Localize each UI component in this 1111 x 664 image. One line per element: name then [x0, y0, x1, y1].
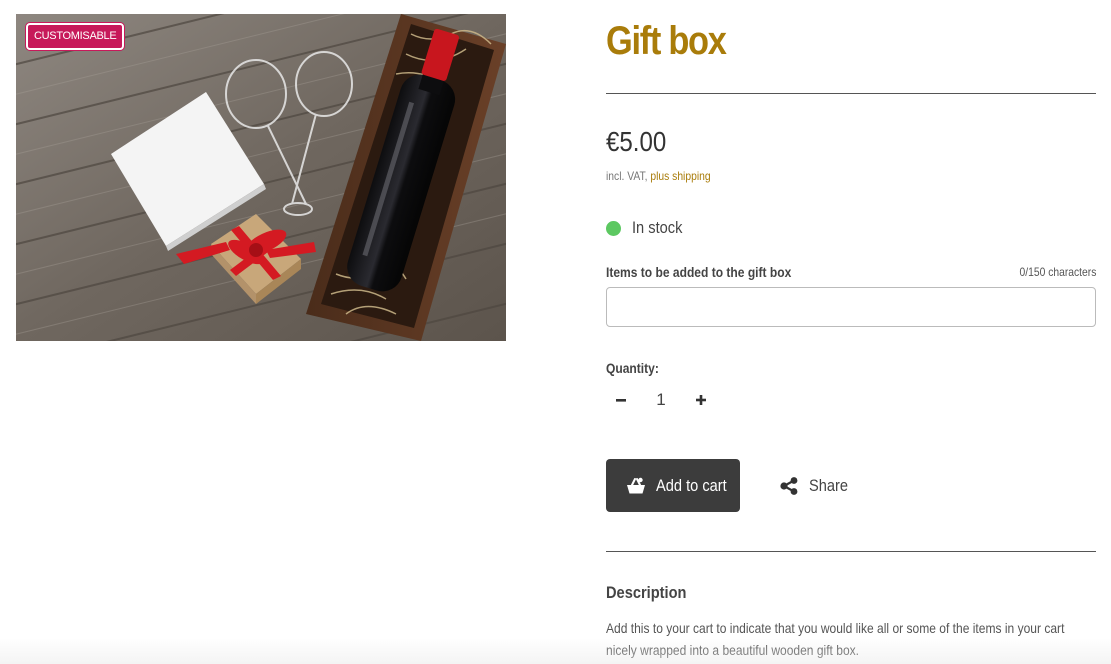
- product-image[interactable]: CUSTOMISABLE: [16, 14, 506, 341]
- vat-text: incl. VAT,: [606, 169, 648, 183]
- customisable-badge: CUSTOMISABLE: [26, 23, 125, 50]
- divider: [606, 93, 1096, 94]
- add-to-cart-label: Add to cart: [656, 475, 727, 495]
- quantity-stepper: 1: [606, 386, 716, 414]
- plus-icon: [696, 395, 706, 405]
- share-icon: [780, 477, 798, 495]
- description-text: Add this to your cart to indicate that y…: [606, 620, 1065, 658]
- shipping-link[interactable]: plus shipping: [650, 169, 710, 183]
- product-photo: [16, 14, 506, 341]
- quantity-label: Quantity:: [606, 360, 659, 376]
- share-label: Share: [809, 476, 849, 495]
- in-stock-dot-icon: [606, 220, 621, 236]
- decrease-quantity-button[interactable]: [607, 386, 635, 414]
- stock-text: In stock: [632, 218, 683, 237]
- share-button[interactable]: Share: [780, 474, 854, 498]
- quantity-value[interactable]: 1: [646, 386, 676, 414]
- product-title: Gift box: [606, 19, 727, 63]
- vat-note: incl. VAT, plus shipping: [606, 167, 711, 185]
- char-counter: 0/150 characters: [1019, 265, 1096, 279]
- add-to-cart-button[interactable]: Add to cart: [606, 459, 740, 512]
- stock-status: In stock: [606, 216, 691, 240]
- increase-quantity-button[interactable]: [687, 386, 715, 414]
- product-price: €5.00: [606, 126, 667, 157]
- gift-items-label: Items to be added to the gift box: [606, 264, 792, 280]
- basket-icon: [627, 477, 645, 493]
- gift-items-input[interactable]: [606, 287, 1096, 327]
- divider: [606, 551, 1096, 552]
- product-details: Gift box €5.00 incl. VAT, plus shipping …: [606, 0, 1096, 664]
- minus-icon: [616, 399, 626, 402]
- description-heading: Description: [606, 583, 687, 602]
